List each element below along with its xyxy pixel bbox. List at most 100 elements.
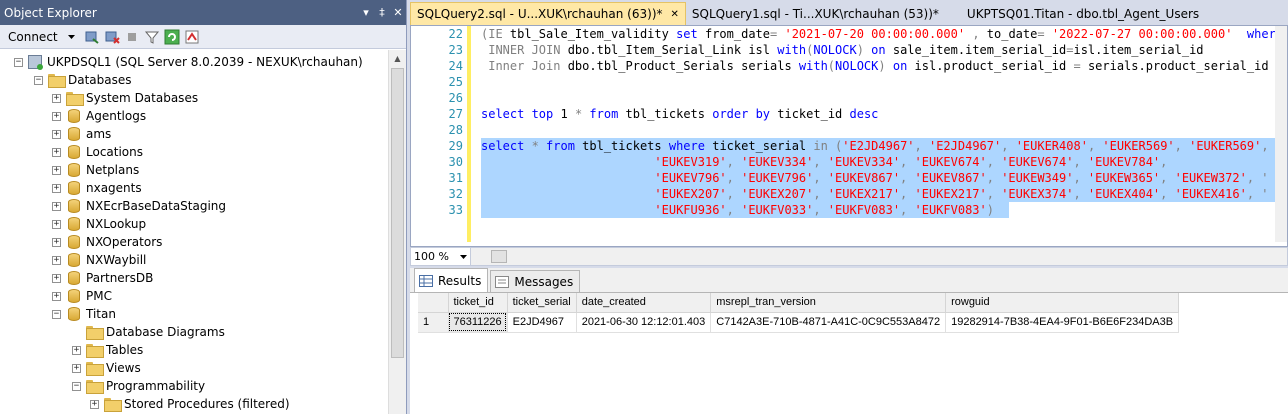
pin-icon[interactable]: ‡ (374, 6, 390, 19)
tree-node[interactable]: + Tables (72, 341, 143, 359)
expand-icon[interactable]: + (52, 93, 61, 103)
code-token: , (726, 187, 742, 201)
tab-document[interactable]: UKPTSQ01.Titan - dbo.tbl_Agent_Users (961, 2, 1205, 25)
tree-node[interactable]: + NXWaybill (52, 251, 146, 269)
expand-icon[interactable]: + (52, 219, 61, 229)
tab-label: SQLQuery2.sql - U...XUK\rchauhan (63))* (417, 7, 663, 21)
tab-results[interactable]: Results (414, 268, 489, 292)
expand-icon[interactable]: + (52, 183, 61, 193)
expand-icon[interactable]: + (52, 291, 61, 301)
table-row[interactable]: 1 76311226 E2JD4967 2021-06-30 12:12:01.403… (418, 312, 1180, 333)
collapse-icon[interactable]: − (34, 75, 43, 85)
tree-node[interactable]: − Titan (52, 305, 116, 323)
scroll-up-icon[interactable]: ▲ (389, 50, 406, 67)
tab-document[interactable]: SQLQuery1.sql - Ti...XUK\rchauhan (53))* (686, 2, 945, 25)
tree-node[interactable]: + Netplans (52, 161, 139, 179)
expand-icon[interactable]: + (52, 129, 61, 139)
horizontal-scroll-thumb[interactable] (491, 250, 507, 263)
column-header[interactable]: ticket_id (448, 293, 508, 313)
code-token: = (770, 27, 785, 41)
tree-node[interactable]: + PartnersDB (52, 269, 153, 287)
column-header[interactable] (418, 293, 449, 313)
column-header[interactable]: date_created (576, 293, 712, 313)
code-token: in ( (813, 139, 843, 153)
tree-node[interactable]: + Views (72, 359, 141, 377)
close-icon[interactable]: ✕ (390, 6, 406, 19)
expand-icon[interactable]: + (72, 363, 81, 373)
code-token: 'EUKFU936' (654, 203, 727, 217)
code-token: , (726, 155, 742, 169)
tree-node-label: Programmability (106, 379, 206, 393)
code-token: 'EUKFV033' (741, 203, 814, 217)
tree-node[interactable]: + NXLookup (52, 215, 146, 233)
tree-node[interactable]: − Databases (34, 71, 132, 89)
object-explorer-tree: − UKPDSQL1 (SQL Server 8.0.2039 - NEXUK\r… (0, 50, 388, 414)
refresh-icon[interactable] (164, 29, 180, 45)
tab-document[interactable]: SQLQuery2.sql - U...XUK\rchauhan (63))* ✕ (410, 2, 686, 25)
expand-icon[interactable]: + (52, 147, 61, 157)
close-tab-icon[interactable]: ✕ (671, 9, 679, 20)
collapse-icon[interactable]: − (72, 381, 81, 391)
expand-icon[interactable]: + (52, 237, 61, 247)
expand-icon[interactable]: + (52, 273, 61, 283)
disconnect-icon[interactable] (104, 29, 120, 45)
tree-node[interactable]: + nxagents (52, 179, 142, 197)
tree-node[interactable]: − UKPDSQL1 (SQL Server 8.0.2039 - NEXUK\r… (14, 53, 363, 71)
collapse-icon[interactable]: − (52, 309, 61, 319)
expand-icon[interactable]: + (72, 345, 81, 355)
code-area[interactable]: (IE tbl_Sale_Item_validity set from_date… (481, 26, 1275, 242)
code-token: , (900, 187, 915, 201)
tree-node[interactable]: Database Diagrams (72, 323, 225, 341)
row-number[interactable]: 1 (418, 312, 449, 333)
column-header[interactable]: ticket_serial (507, 293, 577, 313)
code-token: ticket_serial (712, 139, 814, 153)
code-token: , (813, 155, 828, 169)
connect-button[interactable]: Connect (6, 30, 60, 44)
code-token: 'EUKEW365' (1087, 171, 1161, 185)
expand-icon[interactable]: + (52, 165, 61, 175)
tree-node[interactable]: + ams (52, 125, 111, 143)
database-icon (68, 127, 80, 141)
tab-messages[interactable]: Messages (490, 270, 581, 292)
tree-node[interactable]: + Locations (52, 143, 143, 161)
table-cell[interactable]: C7142A3E-710B-4871-A41C-0C9C553A8472 (710, 312, 947, 333)
line-number: 24 (448, 59, 463, 73)
tree-node[interactable]: + Agentlogs (52, 107, 146, 125)
query-editor[interactable]: 22 23 24 25 26 27 28 29 30 31 32 33 (IE tbl_Sale_It… (410, 25, 1288, 247)
database-icon (68, 235, 80, 249)
table-cell[interactable]: E2JD4967 (507, 312, 577, 333)
tree-node[interactable]: + NXEcrBaseDataStaging (52, 197, 226, 215)
connect-object-icon[interactable] (84, 29, 100, 45)
editor-scrollbar[interactable] (1275, 26, 1287, 242)
tree-node[interactable]: + System Databases (52, 89, 198, 107)
activity-monitor-icon[interactable] (184, 29, 200, 45)
table-cell[interactable]: 2021-06-30 12:12:01.403 (576, 312, 712, 333)
server-icon (28, 55, 43, 70)
dropdown-icon[interactable]: ▾ (358, 6, 374, 19)
tree-node[interactable]: − Programmability (72, 377, 205, 395)
chevron-down-icon (460, 254, 467, 259)
column-header[interactable]: msrepl_tran_version (710, 293, 947, 313)
column-header[interactable]: rowguid (945, 293, 1180, 313)
tree-node[interactable]: + Stored Procedures (filtered) (90, 395, 290, 413)
tab-label: UKPTSQ01.Titan - dbo.tbl_Agent_Users (966, 6, 1200, 21)
zoom-selector[interactable]: 100 % (411, 248, 471, 265)
results-grid[interactable]: ticket_id ticket_serial date_created msrepl… (418, 293, 1180, 333)
connect-dropdown-icon[interactable] (64, 29, 80, 45)
tree-node[interactable]: + NXOperators (52, 233, 162, 251)
expand-icon[interactable]: + (52, 255, 61, 265)
tree-node[interactable]: + PMC (52, 287, 112, 305)
object-explorer-scrollbar[interactable]: ▲ (388, 50, 406, 414)
stop-icon[interactable] (124, 29, 140, 45)
scrollbar-thumb[interactable] (391, 68, 404, 358)
table-cell[interactable]: 76311226 (448, 312, 508, 333)
expand-icon[interactable]: + (90, 399, 99, 409)
expand-icon[interactable]: + (52, 201, 61, 211)
filter-icon[interactable] (144, 29, 160, 45)
collapse-icon[interactable]: − (14, 57, 23, 67)
table-cell[interactable]: 19282914-7B38-4EA4-9F01-B6E6F234DA3B (945, 312, 1180, 333)
database-icon (68, 163, 80, 177)
expand-icon[interactable]: + (52, 111, 61, 121)
